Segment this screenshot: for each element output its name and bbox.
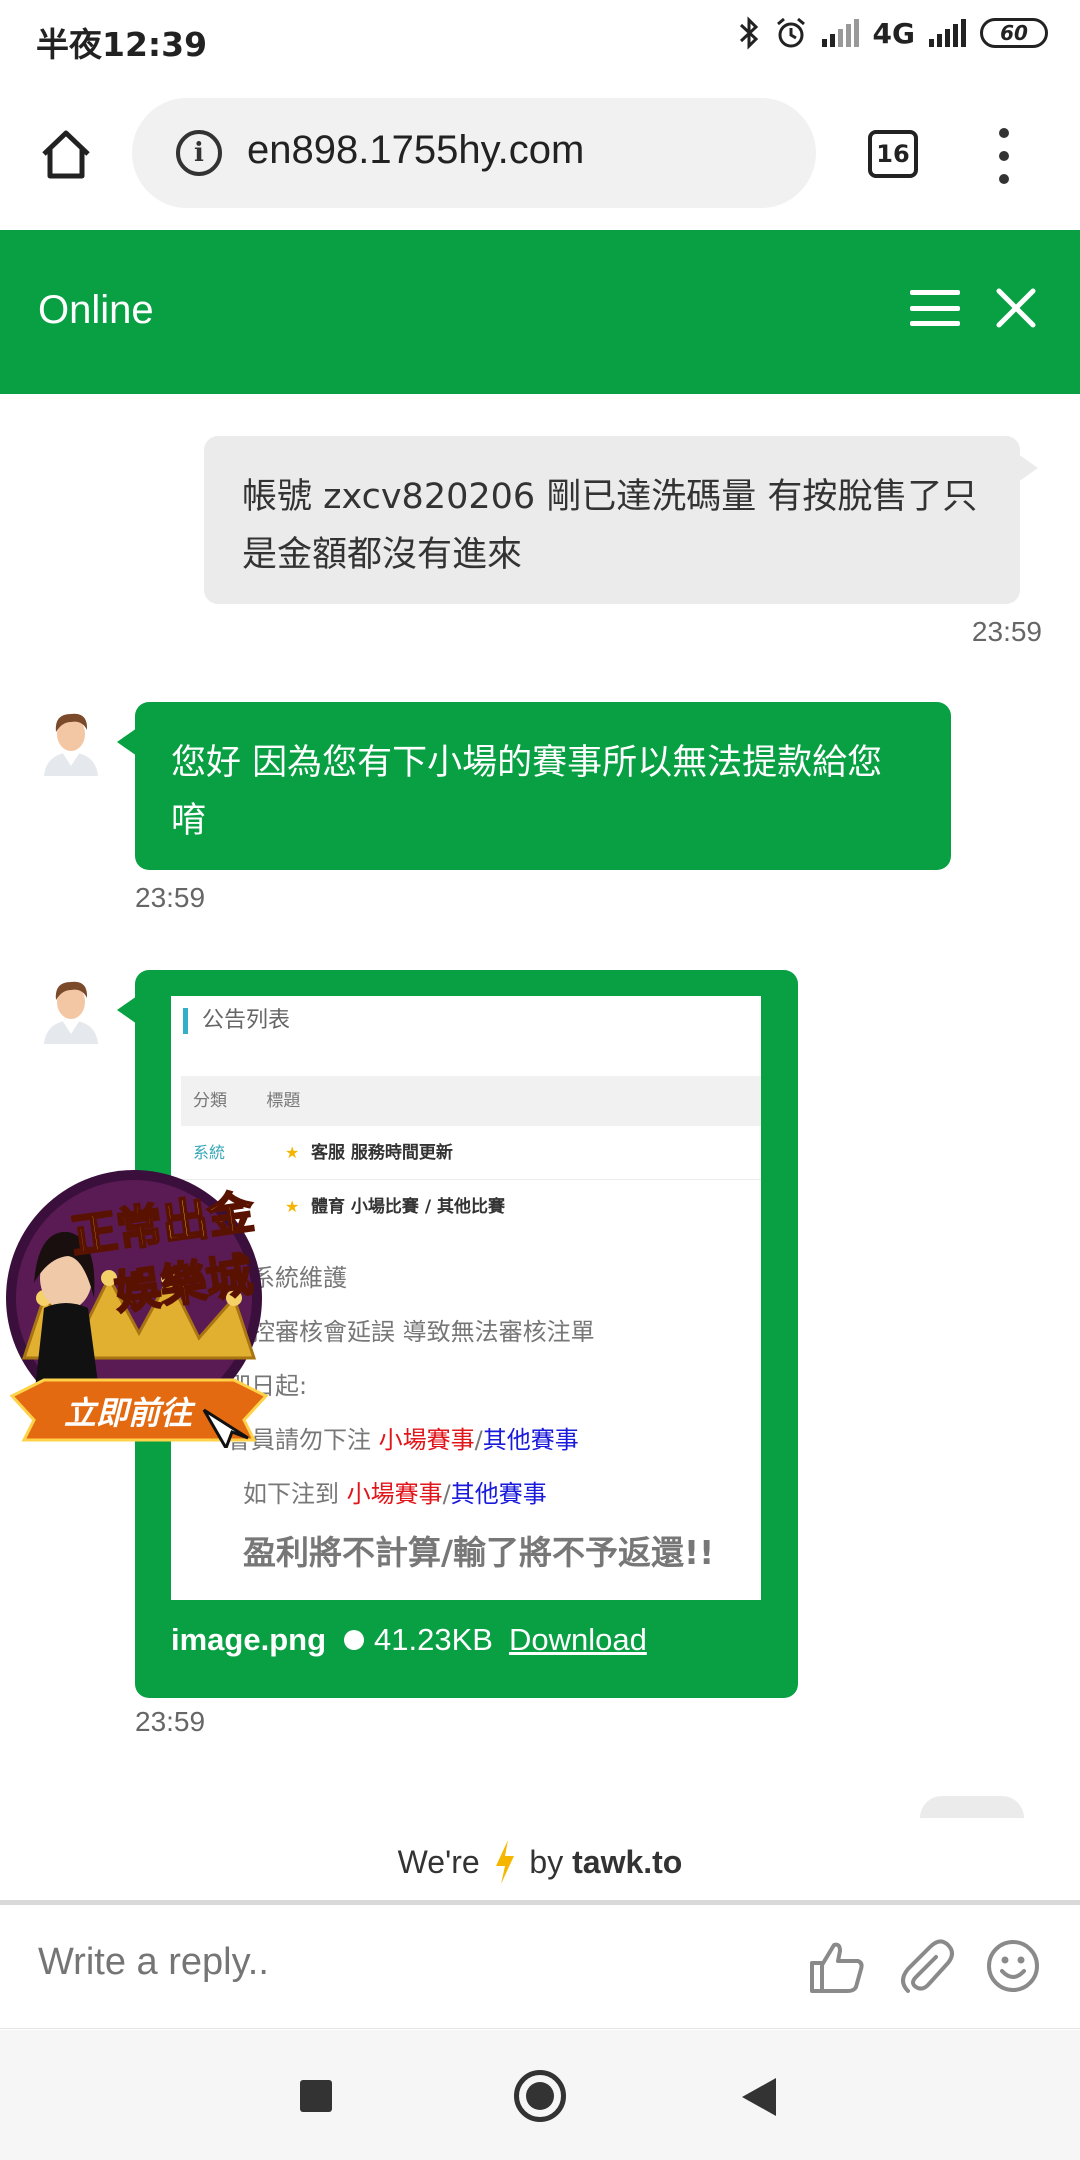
signal-icon-2 (929, 19, 966, 47)
partial-message-bubble (920, 1796, 1024, 1818)
agent-avatar (44, 981, 98, 1044)
thumbs-up-icon[interactable] (808, 1937, 866, 1995)
preview-heading: 公告列表 (183, 1008, 290, 1034)
star-icon: ★ (285, 1143, 300, 1162)
reply-input[interactable] (38, 1941, 758, 1984)
close-icon[interactable] (994, 286, 1038, 330)
chat-status-title: Online (38, 288, 154, 332)
preview-text-line: 如下注到 小場賽事/其他賽事 (243, 1480, 547, 1508)
preview-row-title: 客服 服務時間更新 (311, 1143, 453, 1163)
message-timestamp: 23:59 (971, 616, 1042, 647)
info-icon[interactable]: i (176, 130, 222, 176)
home-nav-icon[interactable] (514, 2070, 566, 2122)
browser-toolbar: i en898.1755hy.com 16 (0, 78, 1080, 230)
network-type: 4G (872, 16, 915, 50)
brand-name: tawk.to (572, 1844, 683, 1880)
preview-text-line: 風控審核會延誤 導致無法審核注單 (227, 1318, 595, 1346)
file-info: image.png 41.23KB Download (171, 1622, 647, 1658)
message-timestamp: 23:59 (135, 1706, 206, 1737)
url-text[interactable]: en898.1755hy.com (247, 128, 584, 173)
powered-by[interactable]: We're by tawk.to (0, 1818, 1080, 1906)
lightning-icon (495, 1839, 514, 1884)
status-icons: 4G 60 (738, 16, 1048, 50)
agent-avatar (44, 713, 98, 776)
preview-text-line: 會員請勿下注 小場賽事/其他賽事 (227, 1426, 579, 1454)
battery-icon: 60 (980, 18, 1048, 48)
preview-table-header: 分類 標題 (181, 1076, 761, 1126)
floating-ad[interactable]: 正常出金 娛樂城 立即前往 (4, 1148, 274, 1452)
download-link[interactable]: Download (509, 1622, 647, 1658)
chat-header: Online (0, 230, 1080, 394)
address-bar[interactable]: i en898.1755hy.com (132, 98, 816, 208)
browser-menu-icon[interactable] (992, 128, 1016, 184)
preview-col-category: 分類 (193, 1091, 227, 1111)
system-nav-bar (0, 2030, 1080, 2160)
recents-icon[interactable] (300, 2080, 332, 2112)
alarm-icon (776, 17, 805, 48)
preview-row-title: 體育 小場比賽 / 其他比賽 (311, 1197, 505, 1217)
star-icon: ★ (285, 1197, 300, 1216)
status-bar: 半夜12:39 4G 60 (0, 0, 1080, 78)
menu-icon[interactable] (910, 290, 960, 326)
message-timestamp: 23:59 (135, 882, 206, 913)
incoming-message: 您好 因為您有下小場的賽事所以無法提款給您唷 (117, 702, 951, 870)
separator-dot (344, 1630, 365, 1650)
attachment-icon[interactable] (896, 1937, 954, 1995)
emoji-icon[interactable] (984, 1937, 1042, 1995)
preview-text-line: 盈利將不計算/輸了將不予返還!! (243, 1533, 715, 1572)
outgoing-message: 帳號 zxcv820206 剛已達洗碼量 有按脫售了只是金額都沒有進來 (204, 436, 1038, 604)
ad-cta[interactable]: 立即前往 (64, 1388, 192, 1434)
status-time: 半夜12:39 (36, 25, 208, 64)
preview-col-title: 標題 (266, 1091, 301, 1111)
signal-icon (821, 19, 859, 47)
reply-bar (0, 1905, 1080, 2029)
file-size: 41.23KB (374, 1622, 493, 1657)
home-icon[interactable] (38, 126, 94, 182)
tab-switcher-button[interactable]: 16 (868, 130, 918, 178)
bluetooth-icon (739, 16, 758, 50)
back-icon[interactable] (742, 2078, 776, 2116)
message-list[interactable]: 帳號 zxcv820206 剛已達洗碼量 有按脫售了只是金額都沒有進來 23:5… (0, 394, 1080, 1818)
file-name: image.png (171, 1622, 327, 1657)
